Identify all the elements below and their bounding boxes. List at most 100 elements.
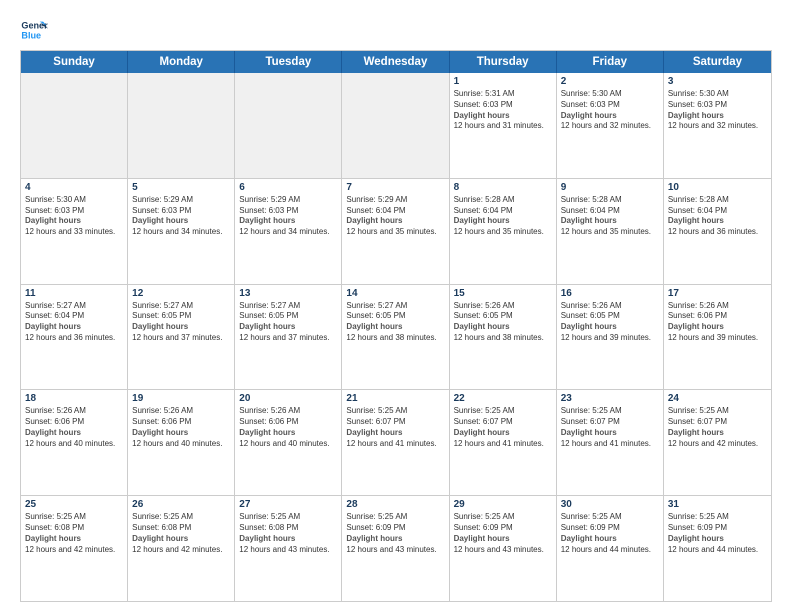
calendar-cell: 4 Sunrise: 5:30 AMSunset: 6:03 PMDaylight…	[21, 179, 128, 284]
cell-info: Sunrise: 5:25 AMSunset: 6:09 PMDaylight …	[454, 512, 552, 555]
day-number: 18	[25, 393, 123, 404]
calendar-body: 1 Sunrise: 5:31 AMSunset: 6:03 PMDaylight…	[21, 73, 771, 601]
calendar-cell: 1 Sunrise: 5:31 AMSunset: 6:03 PMDaylight…	[450, 73, 557, 178]
cell-info: Sunrise: 5:30 AMSunset: 6:03 PMDaylight …	[561, 89, 659, 132]
calendar-cell: 3 Sunrise: 5:30 AMSunset: 6:03 PMDaylight…	[664, 73, 771, 178]
logo: General Blue	[20, 16, 48, 44]
calendar-cell: 2 Sunrise: 5:30 AMSunset: 6:03 PMDaylight…	[557, 73, 664, 178]
calendar: SundayMondayTuesdayWednesdayThursdayFrid…	[20, 50, 772, 602]
day-number: 7	[346, 182, 444, 193]
day-number: 1	[454, 76, 552, 87]
calendar-cell: 26 Sunrise: 5:25 AMSunset: 6:08 PMDayligh…	[128, 496, 235, 601]
calendar-header-cell: Monday	[128, 51, 235, 73]
calendar-cell: 15 Sunrise: 5:26 AMSunset: 6:05 PMDayligh…	[450, 285, 557, 390]
day-number: 12	[132, 288, 230, 299]
calendar-cell: 20 Sunrise: 5:26 AMSunset: 6:06 PMDayligh…	[235, 390, 342, 495]
day-number: 24	[668, 393, 767, 404]
calendar-cell: 21 Sunrise: 5:25 AMSunset: 6:07 PMDayligh…	[342, 390, 449, 495]
cell-info: Sunrise: 5:27 AMSunset: 6:05 PMDaylight …	[346, 301, 444, 344]
calendar-cell: 14 Sunrise: 5:27 AMSunset: 6:05 PMDayligh…	[342, 285, 449, 390]
day-number: 14	[346, 288, 444, 299]
calendar-week-row: 25 Sunrise: 5:25 AMSunset: 6:08 PMDayligh…	[21, 495, 771, 601]
day-number: 27	[239, 499, 337, 510]
day-number: 22	[454, 393, 552, 404]
cell-info: Sunrise: 5:26 AMSunset: 6:05 PMDaylight …	[561, 301, 659, 344]
calendar-week-row: 4 Sunrise: 5:30 AMSunset: 6:03 PMDaylight…	[21, 178, 771, 284]
day-number: 2	[561, 76, 659, 87]
day-number: 26	[132, 499, 230, 510]
calendar-cell: 7 Sunrise: 5:29 AMSunset: 6:04 PMDaylight…	[342, 179, 449, 284]
calendar-cell: 25 Sunrise: 5:25 AMSunset: 6:08 PMDayligh…	[21, 496, 128, 601]
calendar-cell: 8 Sunrise: 5:28 AMSunset: 6:04 PMDaylight…	[450, 179, 557, 284]
calendar-cell: 30 Sunrise: 5:25 AMSunset: 6:09 PMDayligh…	[557, 496, 664, 601]
calendar-cell: 12 Sunrise: 5:27 AMSunset: 6:05 PMDayligh…	[128, 285, 235, 390]
cell-info: Sunrise: 5:30 AMSunset: 6:03 PMDaylight …	[668, 89, 767, 132]
day-number: 9	[561, 182, 659, 193]
day-number: 3	[668, 76, 767, 87]
day-number: 30	[561, 499, 659, 510]
cell-info: Sunrise: 5:25 AMSunset: 6:07 PMDaylight …	[668, 406, 767, 449]
day-number: 21	[346, 393, 444, 404]
calendar-cell: 17 Sunrise: 5:26 AMSunset: 6:06 PMDayligh…	[664, 285, 771, 390]
day-number: 20	[239, 393, 337, 404]
cell-info: Sunrise: 5:31 AMSunset: 6:03 PMDaylight …	[454, 89, 552, 132]
calendar-cell: 19Sunrise: 5:26 AMSunset: 6:06 PMDayligh…	[128, 390, 235, 495]
cell-info: Sunrise: 5:25 AMSunset: 6:08 PMDaylight …	[25, 512, 123, 555]
calendar-header-cell: Wednesday	[342, 51, 449, 73]
calendar-week-row: 11 Sunrise: 5:27 AMSunset: 6:04 PMDayligh…	[21, 284, 771, 390]
cell-info: Sunrise: 5:25 AMSunset: 6:08 PMDaylight …	[239, 512, 337, 555]
day-number: 10	[668, 182, 767, 193]
day-number: 13	[239, 288, 337, 299]
calendar-header-cell: Tuesday	[235, 51, 342, 73]
day-number: 5	[132, 182, 230, 193]
cell-info: Sunrise: 5:25 AMSunset: 6:09 PMDaylight …	[668, 512, 767, 555]
calendar-cell: 5 Sunrise: 5:29 AMSunset: 6:03 PMDaylight…	[128, 179, 235, 284]
calendar-cell: 6 Sunrise: 5:29 AMSunset: 6:03 PMDaylight…	[235, 179, 342, 284]
day-number: 11	[25, 288, 123, 299]
svg-text:Blue: Blue	[21, 30, 41, 40]
calendar-cell: 22 Sunrise: 5:25 AMSunset: 6:07 PMDayligh…	[450, 390, 557, 495]
cell-info: Sunrise: 5:29 AMSunset: 6:03 PMDaylight …	[239, 195, 337, 238]
cell-info: Sunrise: 5:28 AMSunset: 6:04 PMDaylight …	[561, 195, 659, 238]
day-number: 15	[454, 288, 552, 299]
day-number: 25	[25, 499, 123, 510]
day-number: 16	[561, 288, 659, 299]
cell-info: Sunrise: 5:25 AMSunset: 6:09 PMDaylight …	[561, 512, 659, 555]
calendar-cell: 9 Sunrise: 5:28 AMSunset: 6:04 PMDaylight…	[557, 179, 664, 284]
calendar-cell: 27 Sunrise: 5:25 AMSunset: 6:08 PMDayligh…	[235, 496, 342, 601]
cell-info: Sunrise: 5:27 AMSunset: 6:05 PMDaylight …	[132, 301, 230, 344]
calendar-cell: 23 Sunrise: 5:25 AMSunset: 6:07 PMDayligh…	[557, 390, 664, 495]
cell-info: Sunrise: 5:29 AMSunset: 6:04 PMDaylight …	[346, 195, 444, 238]
calendar-header-cell: Friday	[557, 51, 664, 73]
calendar-header-cell: Sunday	[21, 51, 128, 73]
calendar-cell	[235, 73, 342, 178]
cell-info: Sunrise: 5:25 AMSunset: 6:08 PMDaylight …	[132, 512, 230, 555]
calendar-cell	[21, 73, 128, 178]
calendar-cell: 29Sunrise: 5:25 AMSunset: 6:09 PMDayligh…	[450, 496, 557, 601]
day-number: 8	[454, 182, 552, 193]
calendar-week-row: 18 Sunrise: 5:26 AMSunset: 6:06 PMDayligh…	[21, 389, 771, 495]
cell-info: Sunrise: 5:25 AMSunset: 6:09 PMDaylight …	[346, 512, 444, 555]
day-number: 23	[561, 393, 659, 404]
day-number: 17	[668, 288, 767, 299]
cell-info: Sunrise: 5:27 AMSunset: 6:05 PMDaylight …	[239, 301, 337, 344]
day-number: 4	[25, 182, 123, 193]
cell-info: Sunrise: 5:30 AMSunset: 6:03 PMDaylight …	[25, 195, 123, 238]
cell-info: Sunrise: 5:25 AMSunset: 6:07 PMDaylight …	[561, 406, 659, 449]
cell-info: Sunrise: 5:26 AMSunset: 6:06 PMDaylight …	[239, 406, 337, 449]
calendar-header-cell: Thursday	[450, 51, 557, 73]
calendar-cell: 10Sunrise: 5:28 AMSunset: 6:04 PMDayligh…	[664, 179, 771, 284]
calendar-cell: 28Sunrise: 5:25 AMSunset: 6:09 PMDayligh…	[342, 496, 449, 601]
day-number: 6	[239, 182, 337, 193]
cell-info: Sunrise: 5:26 AMSunset: 6:06 PMDaylight …	[668, 301, 767, 344]
cell-info: Sunrise: 5:26 AMSunset: 6:05 PMDaylight …	[454, 301, 552, 344]
cell-info: Sunrise: 5:29 AMSunset: 6:03 PMDaylight …	[132, 195, 230, 238]
cell-info: Sunrise: 5:28 AMSunset: 6:04 PMDaylight …	[454, 195, 552, 238]
calendar-cell	[342, 73, 449, 178]
cell-info: Sunrise: 5:25 AMSunset: 6:07 PMDaylight …	[346, 406, 444, 449]
calendar-cell: 13 Sunrise: 5:27 AMSunset: 6:05 PMDayligh…	[235, 285, 342, 390]
cell-info: Sunrise: 5:27 AMSunset: 6:04 PMDaylight …	[25, 301, 123, 344]
cell-info: Sunrise: 5:25 AMSunset: 6:07 PMDaylight …	[454, 406, 552, 449]
calendar-cell: 31Sunrise: 5:25 AMSunset: 6:09 PMDayligh…	[664, 496, 771, 601]
calendar-cell: 16 Sunrise: 5:26 AMSunset: 6:05 PMDayligh…	[557, 285, 664, 390]
